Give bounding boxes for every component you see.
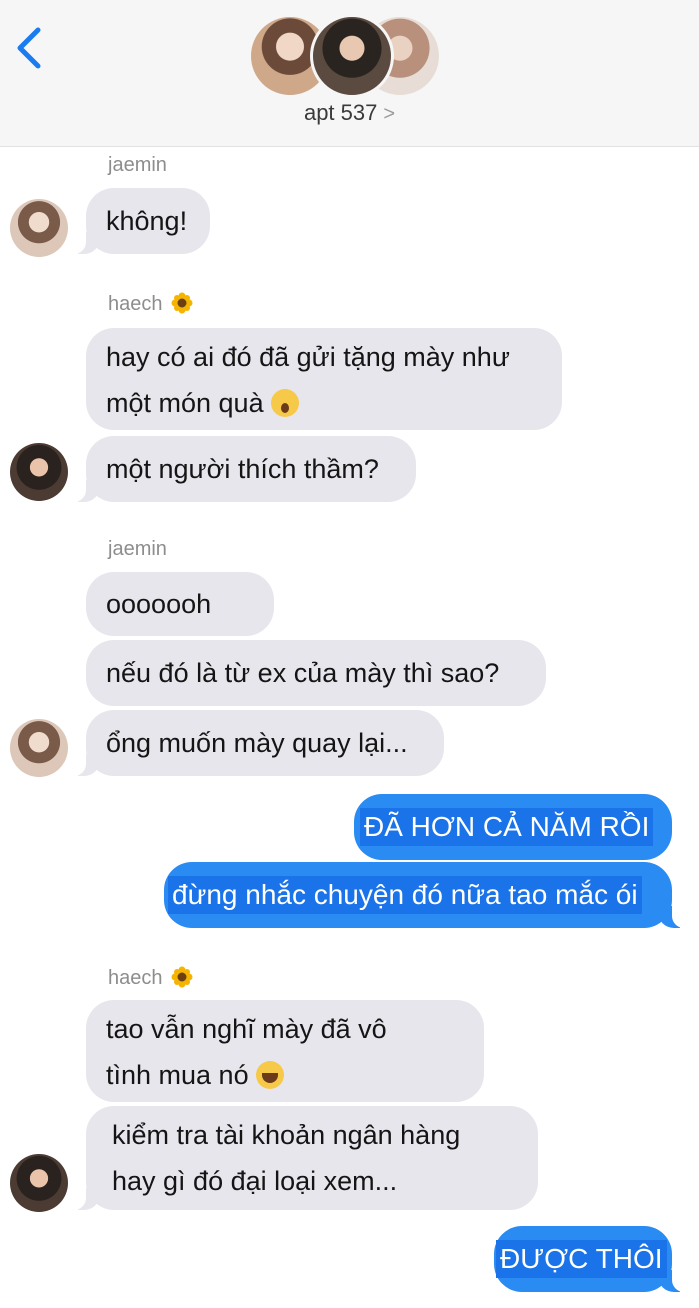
message-text: ooooooh	[106, 589, 212, 619]
sender-name: jaemin	[108, 154, 167, 176]
message-text: nếu đó là từ ex của mày thì sao?	[106, 658, 500, 688]
sunflower-icon	[171, 966, 192, 988]
avatar[interactable]	[10, 443, 68, 501]
group-title[interactable]: apt 537 >	[0, 100, 699, 126]
crying-face-icon	[256, 1061, 285, 1089]
sender-name: haech	[108, 292, 193, 316]
message-text: tao vẫn nghĩ mày đã vô	[106, 1014, 387, 1044]
message-bubble[interactable]: tao vẫn nghĩ mày đã vô tình mua nó	[86, 1000, 484, 1102]
outgoing-message-bubble[interactable]: đừng nhắc chuyện đó nữa tao mắc ói	[164, 862, 684, 928]
message-text: tình mua nó	[106, 1060, 249, 1090]
message-text: ĐƯỢC THÔI	[496, 1240, 667, 1278]
surprised-face-icon	[271, 389, 300, 417]
chat-header: apt 537 >	[0, 0, 699, 147]
sender-label: haech	[108, 293, 163, 315]
message-bubble[interactable]: nếu đó là từ ex của mày thì sao?	[86, 640, 546, 706]
group-avatars[interactable]	[248, 14, 442, 98]
avatar[interactable]	[10, 1154, 68, 1212]
message-bubble[interactable]: một người thích thầm?	[74, 436, 416, 502]
message-text: hay gì đó đại loại xem...	[112, 1166, 398, 1196]
message-bubble[interactable]: ooooooh	[86, 572, 274, 636]
message-text: một món quà	[106, 388, 264, 418]
avatar[interactable]	[10, 199, 68, 257]
group-name: apt 537	[303, 100, 378, 125]
group-avatar	[310, 14, 394, 98]
message-bubble[interactable]: kiểm tra tài khoản ngân hàng hay gì đó đ…	[74, 1106, 538, 1210]
avatar[interactable]	[10, 719, 68, 777]
message-text: ổng muốn mày quay lại...	[106, 728, 408, 758]
message-text: kiểm tra tài khoản ngân hàng	[112, 1120, 461, 1150]
sunflower-icon	[171, 292, 192, 314]
outgoing-message-bubble[interactable]: ĐƯỢC THÔI	[494, 1226, 684, 1292]
message-text: ĐÃ HƠN CẢ NĂM RỒI	[360, 808, 654, 846]
sender-label: haech	[108, 967, 163, 989]
message-text: đừng nhắc chuyện đó nữa tao mắc ói	[168, 876, 642, 914]
message-text: không!	[106, 206, 188, 236]
sender-name: jaemin	[108, 538, 167, 560]
message-bubble[interactable]: không!	[74, 188, 210, 254]
message-text: một người thích thầm?	[106, 454, 379, 484]
chevron-right-icon: >	[383, 103, 396, 125]
message-bubble[interactable]: ổng muốn mày quay lại...	[74, 710, 444, 776]
message-text: hay có ai đó đã gửi tặng mày như	[106, 342, 510, 372]
chevron-left-icon[interactable]	[12, 26, 46, 70]
message-bubble[interactable]: hay có ai đó đã gửi tặng mày như một món…	[86, 328, 562, 430]
sender-name: haech	[108, 966, 193, 990]
outgoing-message-bubble[interactable]: ĐÃ HƠN CẢ NĂM RỒI	[354, 794, 672, 860]
